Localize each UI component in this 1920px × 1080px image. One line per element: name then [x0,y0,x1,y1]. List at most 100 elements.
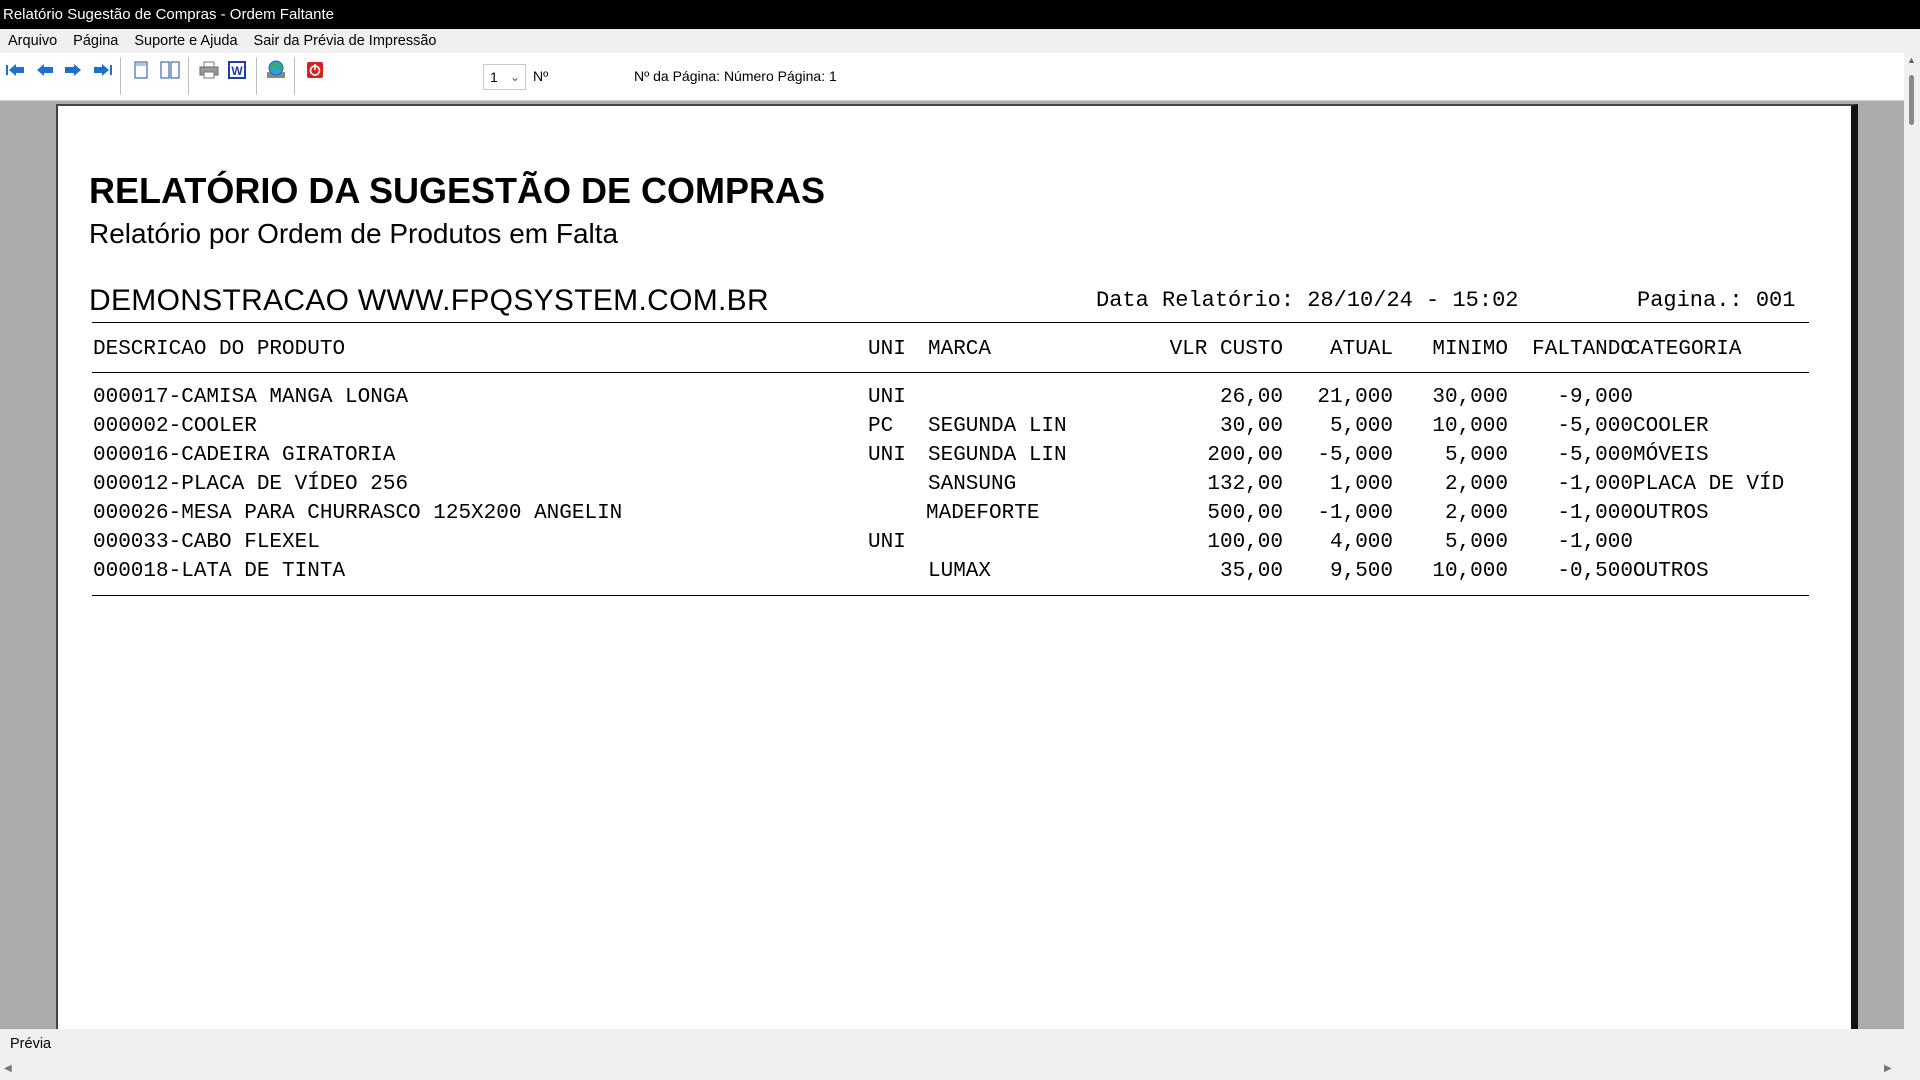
cell-categoria: MÓVEIS [1633,444,1709,467]
cell-descricao: 000026-MESA PARA CHURRASCO 125X200 ANGEL… [93,502,623,525]
page-info-text: Nº da Página: Número Página: 1 [634,68,837,84]
cell-atual: -1,000 [1317,502,1393,525]
cell-vlr-custo: 30,00 [1219,415,1283,438]
company-name: DEMONSTRACAO WWW.FPQSYSTEM.COM.BR [89,284,769,317]
cell-faltando: -1,000 [1557,473,1633,496]
scroll-right-icon[interactable]: ▶ [1884,1063,1892,1074]
cell-minimo: 2,000 [1444,502,1508,525]
chevron-down-icon: ⌄ [509,70,520,84]
status-bar: Prévia [0,1029,1904,1059]
page-number-select[interactable]: 1 ⌄ [483,64,526,90]
window-title-bar: Relatório Sugestão de Compras - Ordem Fa… [0,0,1920,29]
cell-marca: SEGUNDA LIN [928,415,1067,438]
cell-uni: UNI [868,386,906,409]
menu-pagina[interactable]: Página [65,29,126,53]
page-number-label: Nº [533,68,549,84]
toolbar-separator [188,57,189,95]
cell-minimo: 5,000 [1444,531,1508,554]
print-icon[interactable] [198,59,220,81]
cell-minimo: 5,000 [1444,444,1508,467]
single-page-icon[interactable] [130,59,152,81]
vertical-scrollbar[interactable]: ▲ [1904,53,1920,1059]
cell-atual: -5,000 [1317,444,1393,467]
report-page: RELATÓRIO DA SUGESTÃO DE COMPRAS Relatór… [56,104,1858,1029]
cell-vlr-custo: 26,00 [1219,386,1283,409]
divider [92,595,1809,596]
cell-descricao: 000016-CADEIRA GIRATORIA [93,444,396,467]
cell-categoria: OUTROS [1633,560,1709,583]
cell-atual: 9,500 [1329,560,1393,583]
cell-vlr-custo: 132,00 [1207,473,1283,496]
cell-uni: PC [868,415,894,438]
svg-text:W: W [231,64,243,78]
scroll-up-icon[interactable]: ▲ [1907,55,1916,65]
scroll-left-icon[interactable]: ◀ [4,1063,12,1074]
cell-minimo: 10,000 [1432,415,1508,438]
cell-minimo: 2,000 [1444,473,1508,496]
cell-atual: 5,000 [1329,415,1393,438]
cell-vlr-custo: 100,00 [1207,531,1283,554]
status-text: Prévia [10,1036,52,1052]
cell-descricao: 000012-PLACA DE VÍDEO 256 [93,473,409,496]
col-uni: UNI [868,338,906,361]
toolbar-separator [120,57,121,95]
cell-marca: SEGUNDA LIN [928,444,1067,467]
col-minimo: MINIMO [1432,338,1508,361]
last-page-icon[interactable] [92,59,114,81]
cell-atual: 1,000 [1329,473,1393,496]
export-word-icon[interactable]: W [226,59,248,81]
cell-descricao: 000002-COOLER [93,415,257,438]
close-preview-icon[interactable] [304,59,326,81]
cell-descricao: 000018-LATA DE TINTA [93,560,346,583]
cell-faltando: -5,000 [1557,415,1633,438]
report-date: Data Relatório: 28/10/24 - 15:02 [1096,288,1519,313]
menu-bar: Arquivo Página Suporte e Ajuda Sair da P… [0,29,1920,53]
menu-suporte-ajuda[interactable]: Suporte e Ajuda [126,29,245,53]
toolbar-separator [294,57,295,95]
col-vlr-custo: VLR CUSTO [1169,338,1283,361]
two-pages-icon[interactable] [159,59,181,81]
col-descricao: DESCRICAO DO PRODUTO [93,338,346,361]
export-web-icon[interactable] [265,59,287,81]
cell-categoria: COOLER [1633,415,1709,438]
cell-marca: SANSUNG [928,473,1017,496]
cell-uni: UNI [868,444,906,467]
cell-minimo: 30,000 [1432,386,1508,409]
cell-vlr-custo: 500,00 [1207,502,1283,525]
cell-categoria: PLACA DE VÍD [1633,473,1785,496]
col-categoria: CATEGORIA [1628,338,1742,361]
col-marca: MARCA [928,338,992,361]
cell-faltando: -1,000 [1557,502,1633,525]
window-title: Relatório Sugestão de Compras - Ordem Fa… [3,6,334,23]
cell-marca: LUMAX [928,560,992,583]
report-title: RELATÓRIO DA SUGESTÃO DE COMPRAS [89,170,826,211]
col-faltando: FALTANDO [1532,338,1633,361]
divider [92,322,1809,323]
next-page-icon[interactable] [62,59,84,81]
toolbar: W 1 ⌄ Nº Nº da Página: Número Página: 1 [0,53,1904,101]
cell-atual: 21,000 [1317,386,1393,409]
report-subtitle: Relatório por Ordem de Produtos em Falta [89,218,619,249]
toolbar-separator [256,57,257,95]
cell-faltando: -0,500 [1557,560,1633,583]
page-number-value: 1 [490,69,498,85]
cell-uni: UNI [868,531,906,554]
cell-categoria: OUTROS [1633,502,1709,525]
col-atual: ATUAL [1329,338,1393,361]
cell-minimo: 10,000 [1432,560,1508,583]
cell-vlr-custo: 35,00 [1219,560,1283,583]
cell-faltando: -1,000 [1557,531,1633,554]
menu-arquivo[interactable]: Arquivo [0,29,65,53]
cell-descricao: 000033-CABO FLEXEL [93,531,320,554]
scrollbar-thumb[interactable] [1909,75,1914,125]
cell-descricao: 000017-CAMISA MANGA LONGA [93,386,409,409]
menu-sair-previa[interactable]: Sair da Prévia de Impressão [246,29,445,53]
horizontal-scrollbar[interactable]: ◀ ▶ [0,1059,1920,1080]
first-page-icon[interactable] [4,59,26,81]
prev-page-icon[interactable] [34,59,56,81]
divider [92,372,1809,373]
report-page-number: Pagina.: 001 [1637,288,1796,313]
cell-marca: MADEFORTE [926,502,1040,525]
cell-faltando: -9,000 [1557,386,1633,409]
cell-atual: 4,000 [1329,531,1393,554]
